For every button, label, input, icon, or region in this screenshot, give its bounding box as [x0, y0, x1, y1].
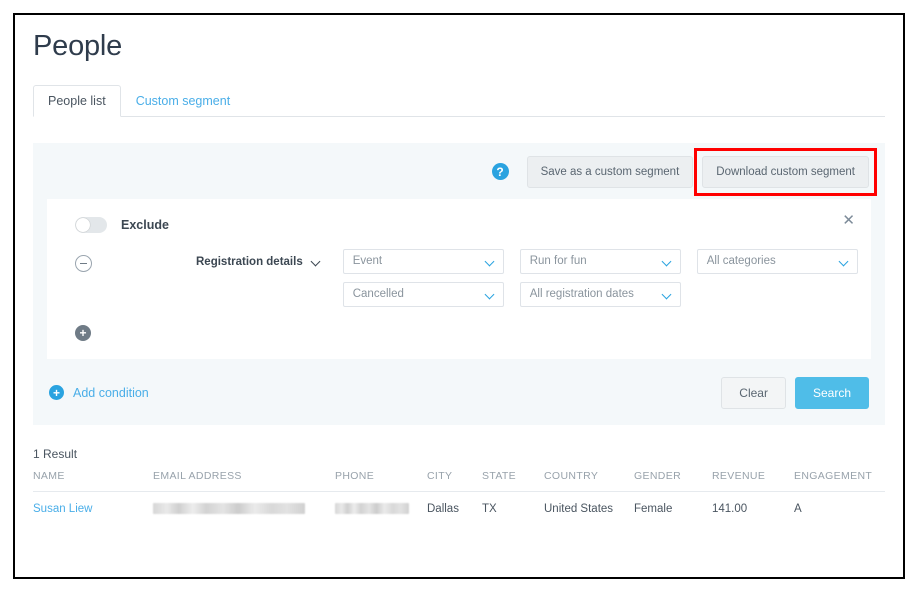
chevron-down-icon: [486, 257, 495, 266]
help-circle-icon[interactable]: ?: [491, 163, 509, 181]
download-segment-highlight-wrapper: Download custom segment: [694, 147, 877, 196]
cell-email: [153, 491, 335, 525]
column-header-revenue[interactable]: REVENUE: [712, 469, 794, 492]
chevron-down-icon: [663, 257, 672, 266]
registration-details-label: Registration details: [196, 255, 303, 268]
select-row-1: Event Run for fun All categories: [342, 248, 858, 274]
chevron-down-icon: [312, 257, 321, 266]
search-actions: Clear Search: [721, 376, 869, 409]
cell-engagement: A: [794, 502, 802, 515]
save-as-custom-segment-button[interactable]: Save as a custom segment: [526, 155, 694, 188]
app-window: People People list Custom segment ? Save…: [13, 13, 905, 579]
plus-circle-icon: +: [49, 385, 64, 401]
cell-country: United States: [544, 502, 614, 515]
select-event-name[interactable]: Run for fun: [519, 248, 681, 274]
person-link[interactable]: Susan Liew: [33, 503, 92, 515]
cell-state: TX: [482, 502, 497, 515]
condition-card: ✕ Exclude Registration details Event Run…: [47, 198, 871, 359]
cell-name: Susan Liew: [33, 491, 153, 525]
cell-city: Dallas: [427, 502, 459, 515]
segment-toolbar: ? Save as a custom segment Download cust…: [47, 147, 877, 196]
chevron-down-icon: [486, 290, 495, 299]
minus-glyph: [80, 262, 87, 265]
column-header-phone[interactable]: PHONE: [335, 469, 427, 492]
add-sub-condition-row: +: [61, 324, 857, 341]
redacted-email: [153, 503, 305, 515]
redacted-phone: [335, 503, 409, 515]
column-header-state[interactable]: STATE: [482, 469, 544, 492]
exclude-toggle[interactable]: [75, 216, 107, 233]
chevron-down-icon: [840, 257, 849, 266]
select-categories[interactable]: All categories: [696, 248, 858, 274]
tab-bar: People list Custom segment: [33, 84, 885, 117]
tab-people-list[interactable]: People list: [33, 84, 121, 117]
select-status-value: Cancelled: [352, 288, 404, 301]
filter-panel: ? Save as a custom segment Download cust…: [33, 142, 885, 425]
add-condition-button[interactable]: + Add condition: [49, 385, 149, 401]
clear-button[interactable]: Clear: [721, 376, 786, 409]
search-button[interactable]: Search: [794, 376, 869, 409]
add-sub-condition-icon[interactable]: +: [75, 324, 91, 341]
table-header-row: NAME EMAIL ADDRESS PHONE CITY STATE COUN…: [33, 469, 885, 492]
select-status[interactable]: Cancelled: [342, 281, 504, 307]
column-header-city[interactable]: CITY: [427, 469, 482, 492]
select-event-name-value: Run for fun: [529, 255, 587, 268]
page-title: People: [33, 30, 123, 62]
column-header-gender[interactable]: GENDER: [634, 469, 712, 492]
exclude-label: Exclude: [121, 217, 169, 232]
condition-selects: Event Run for fun All categories Cancell…: [342, 248, 858, 307]
cell-revenue: 141.00: [712, 502, 748, 515]
column-header-email[interactable]: EMAIL ADDRESS: [153, 469, 335, 492]
close-icon[interactable]: ✕: [842, 213, 855, 228]
result-count: 1 Result: [33, 446, 78, 461]
chevron-down-icon: [663, 290, 672, 299]
column-header-country[interactable]: COUNTRY: [544, 469, 634, 492]
results-section: 1 Result NAME EMAIL ADDRESS PHONE CITY S…: [33, 447, 885, 525]
select-event-type[interactable]: Event: [342, 248, 504, 274]
registration-details-dropdown[interactable]: Registration details: [196, 256, 321, 268]
people-table: NAME EMAIL ADDRESS PHONE CITY STATE COUN…: [33, 469, 885, 525]
exclude-row: Exclude: [61, 213, 857, 233]
column-header-name[interactable]: NAME: [33, 469, 153, 492]
column-header-engagement[interactable]: ENGAGEMENT: [794, 469, 885, 492]
select-event-type-value: Event: [352, 255, 383, 268]
remove-condition-icon[interactable]: [75, 254, 92, 272]
filter-actions: + Add condition Clear Search: [47, 376, 871, 409]
cell-gender: Female: [634, 502, 673, 515]
add-condition-label: Add condition: [73, 385, 149, 400]
screenshot-root: People People list Custom segment ? Save…: [0, 0, 918, 601]
select-registration-dates[interactable]: All registration dates: [519, 281, 681, 307]
select-row-2: Cancelled All registration dates: [342, 281, 858, 307]
select-registration-dates-value: All registration dates: [529, 288, 634, 301]
table-row: Susan Liew Dallas TX United States Femal…: [33, 491, 885, 525]
cell-phone: [335, 491, 427, 525]
download-custom-segment-button[interactable]: Download custom segment: [702, 155, 869, 188]
condition-row: Registration details Event Run for fun A…: [61, 248, 858, 307]
toggle-knob: [76, 217, 90, 232]
tab-custom-segment[interactable]: Custom segment: [121, 85, 245, 117]
select-categories-value: All categories: [706, 255, 776, 268]
